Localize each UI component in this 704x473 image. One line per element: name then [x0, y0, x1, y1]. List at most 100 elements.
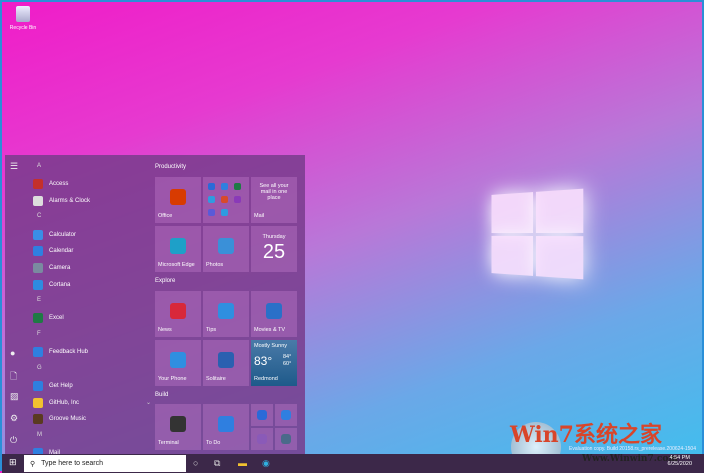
tile-icon [266, 303, 282, 319]
tile-label: Tips [206, 327, 217, 333]
app-label: Alarms & Clock [49, 198, 91, 205]
clock[interactable]: 4:54 PM 6/25/2020 [668, 455, 692, 467]
tile-label: Your Phone [158, 376, 187, 382]
tile-label: Solitaire [206, 376, 226, 382]
task-view-icon[interactable]: ⧉ [214, 458, 220, 469]
tile[interactable] [203, 177, 249, 223]
tile-label: Movies & TV [254, 327, 286, 333]
app-item[interactable]: Calendar [33, 243, 151, 260]
start-rail: ☰ ● 🗋 ▨ ⚙ ⏻ [5, 155, 27, 454]
tile[interactable]: News [155, 291, 201, 337]
calendar-day: 25 [262, 241, 286, 263]
github-tile[interactable] [251, 428, 273, 450]
vscode-tile[interactable] [251, 404, 273, 426]
edge-icon[interactable]: ◉ [262, 458, 270, 469]
tile-icon [170, 303, 186, 319]
pictures-icon[interactable]: ▨ [10, 391, 19, 402]
tile-label: Redmond [254, 376, 278, 382]
app-item[interactable]: Groove Music [33, 411, 151, 428]
recycle-bin[interactable]: Recycle Bin [8, 6, 38, 31]
letter-header[interactable]: G [33, 361, 151, 378]
letter-header[interactable]: A [33, 159, 151, 176]
tile[interactable]: Your Phone [155, 340, 201, 386]
tile[interactable]: Mostly Sunny 83° 84° 60° Redmond [251, 340, 297, 386]
tile-label: Terminal [158, 440, 179, 446]
tile-icon [218, 352, 234, 368]
weather-weather: Mostly Sunny [254, 343, 288, 349]
app-icon [33, 196, 43, 207]
recycle-bin-label: Recycle Bin [9, 25, 37, 31]
documents-icon[interactable]: 🗋 [10, 369, 17, 385]
office-app-icon [234, 183, 241, 190]
app-label: Excel [49, 315, 64, 322]
app-label: Calculator [49, 231, 77, 238]
app-item[interactable]: Get Help [33, 378, 151, 395]
app-icon [33, 347, 43, 358]
start-button[interactable]: ⊞ [9, 457, 17, 468]
app-icon [33, 179, 43, 190]
tile-icon [170, 416, 186, 432]
tile[interactable]: Terminal [155, 404, 201, 450]
calculator-tile[interactable] [275, 428, 297, 450]
tile[interactable]: Office [155, 177, 201, 223]
evaluation-text: Evaluation copy. Build 20158.rs_prerelea… [569, 446, 696, 452]
tile-label: Microsoft Edge [158, 262, 195, 268]
weather-temp: 83° [254, 354, 273, 368]
app-label: GitHub, Inc [49, 399, 80, 406]
search-placeholder: Type here to search [41, 460, 104, 467]
tile-icon [218, 238, 234, 254]
tile[interactable]: Movies & TV [251, 291, 297, 337]
app-item[interactable]: Feedback Hub [33, 344, 151, 361]
app-label: Access [49, 181, 69, 188]
tile[interactable]: Thursday 25 [251, 226, 297, 272]
tile[interactable]: Photos [203, 226, 249, 272]
tile[interactable]: See all your mail in one place Mail [251, 177, 297, 223]
office-app-icon [234, 196, 241, 203]
watermark-title: Win7系统之家 [510, 422, 662, 448]
app-item[interactable]: Excel [33, 310, 151, 327]
tile-icon [285, 211, 293, 217]
power-icon[interactable]: ⏻ [10, 435, 17, 446]
app-list: A Access Alarms & Clock C Calculator Calendar… [33, 159, 151, 461]
tile[interactable]: Tips [203, 291, 249, 337]
app-icon [33, 246, 43, 257]
letter-header[interactable]: M [33, 428, 151, 445]
app-item[interactable]: Camera [33, 260, 151, 277]
app-icon [33, 313, 43, 324]
tile[interactable]: To Do [203, 404, 249, 450]
cortana-icon[interactable]: ○ [193, 458, 198, 468]
search-box[interactable]: ⚲ Type here to search [24, 455, 186, 472]
vscode-icon [257, 410, 267, 420]
tile-label: Office [158, 213, 173, 219]
app-label: Cortana [49, 281, 71, 288]
letter-header[interactable]: E [33, 293, 151, 310]
app-item[interactable]: Cortana [33, 276, 151, 293]
github-icon [257, 434, 267, 444]
app-label: Feedback Hub [49, 349, 89, 356]
app-icon [33, 279, 43, 290]
tile[interactable]: Solitaire [203, 340, 249, 386]
people-tile[interactable] [275, 404, 297, 426]
user-avatar[interactable]: ● [10, 348, 15, 358]
weather-hi: 84° [283, 354, 292, 360]
expand-chevron-icon[interactable]: ⌄ [146, 399, 151, 406]
hamburger-menu-icon[interactable]: ☰ [10, 161, 18, 172]
app-item[interactable]: Access [33, 176, 151, 193]
office-app-icon [221, 183, 228, 190]
app-item[interactable]: GitHub, Inc ⌄ [33, 394, 151, 411]
office-app-icon [221, 209, 228, 216]
tile[interactable]: Microsoft Edge [155, 226, 201, 272]
settings-icon[interactable]: ⚙ [10, 413, 18, 424]
people-icon [281, 410, 291, 420]
app-label: Get Help [49, 382, 73, 389]
app-item[interactable]: Alarms & Clock [33, 193, 151, 210]
app-label: Camera [49, 265, 71, 272]
tile-icon [170, 238, 186, 254]
office-app-icon [221, 196, 228, 203]
file-explorer-icon[interactable]: ▬ [238, 458, 247, 468]
app-item[interactable]: Calculator [33, 226, 151, 243]
letter-header[interactable]: F [33, 327, 151, 344]
office-app-icon [208, 196, 215, 203]
letter-header[interactable]: C [33, 209, 151, 226]
tile-label: Photos [206, 262, 224, 268]
